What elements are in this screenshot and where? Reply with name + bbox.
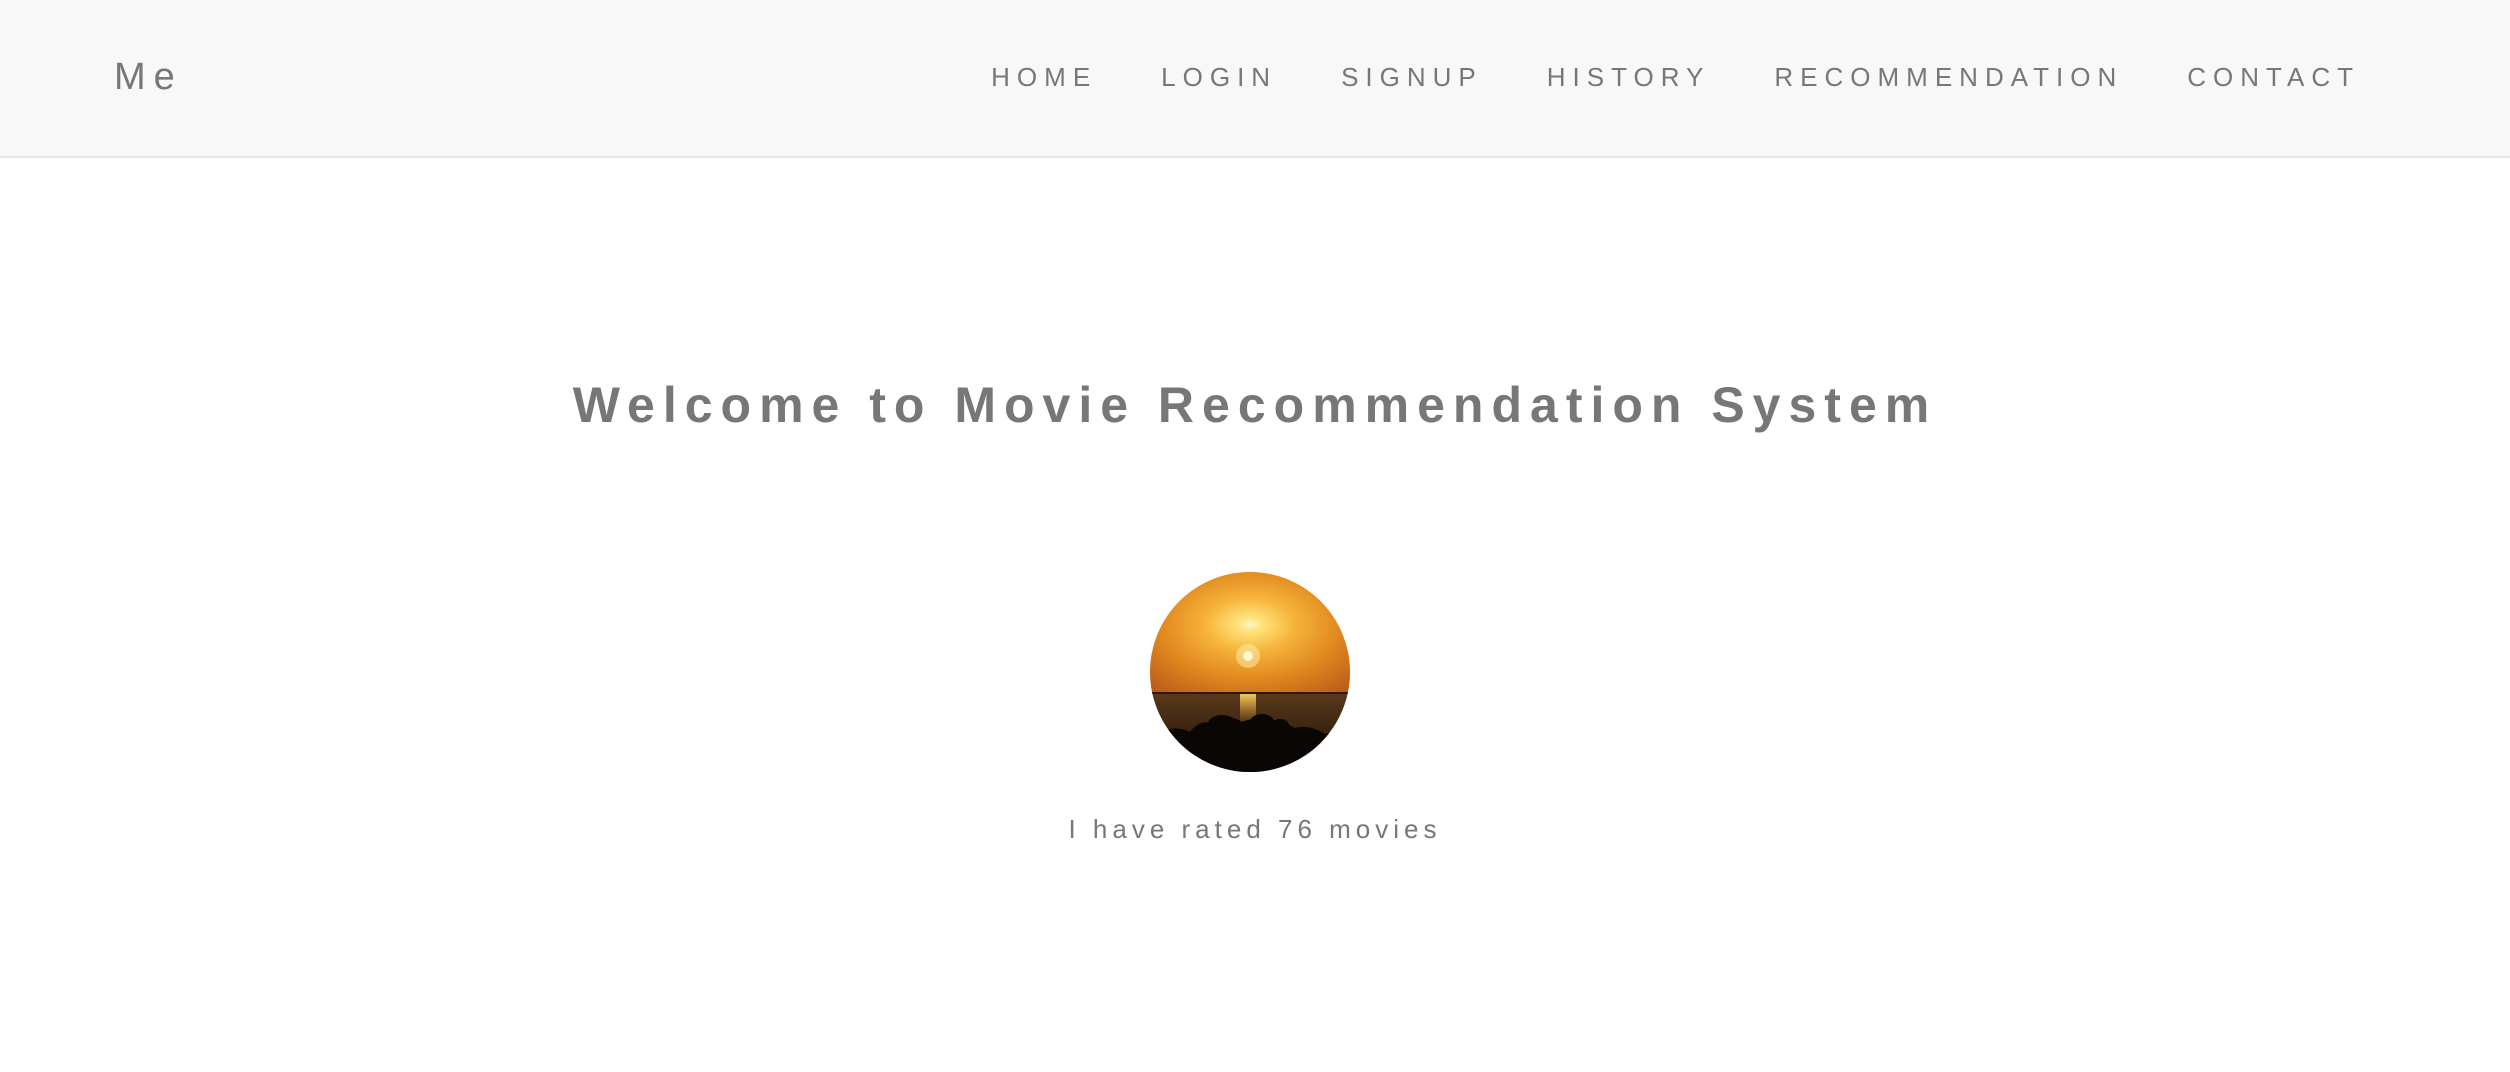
page-title: Welcome to Movie Recommendation System <box>572 377 1938 433</box>
sunset-avatar-icon <box>1150 572 1350 772</box>
nav-item-recommendation[interactable]: RECOMMENDATION <box>1774 60 2123 94</box>
navbar: Me HOME LOGIN SIGNUP HISTORY RECOMMENDAT… <box>0 0 2510 158</box>
brand-link[interactable]: Me <box>114 52 183 102</box>
main-content: Welcome to Movie Recommendation System I… <box>0 158 2510 1072</box>
nav-item-signup[interactable]: SIGNUP <box>1341 60 1483 94</box>
rated-movies-count: I have rated 76 movies <box>1068 814 1442 844</box>
nav-menu: HOME LOGIN SIGNUP HISTORY RECOMMENDATION… <box>991 60 2360 94</box>
nav-item-home[interactable]: HOME <box>991 60 1097 94</box>
nav-item-history[interactable]: HISTORY <box>1547 60 1711 94</box>
nav-item-contact[interactable]: CONTACT <box>2187 60 2360 94</box>
nav-item-login[interactable]: LOGIN <box>1161 60 1277 94</box>
